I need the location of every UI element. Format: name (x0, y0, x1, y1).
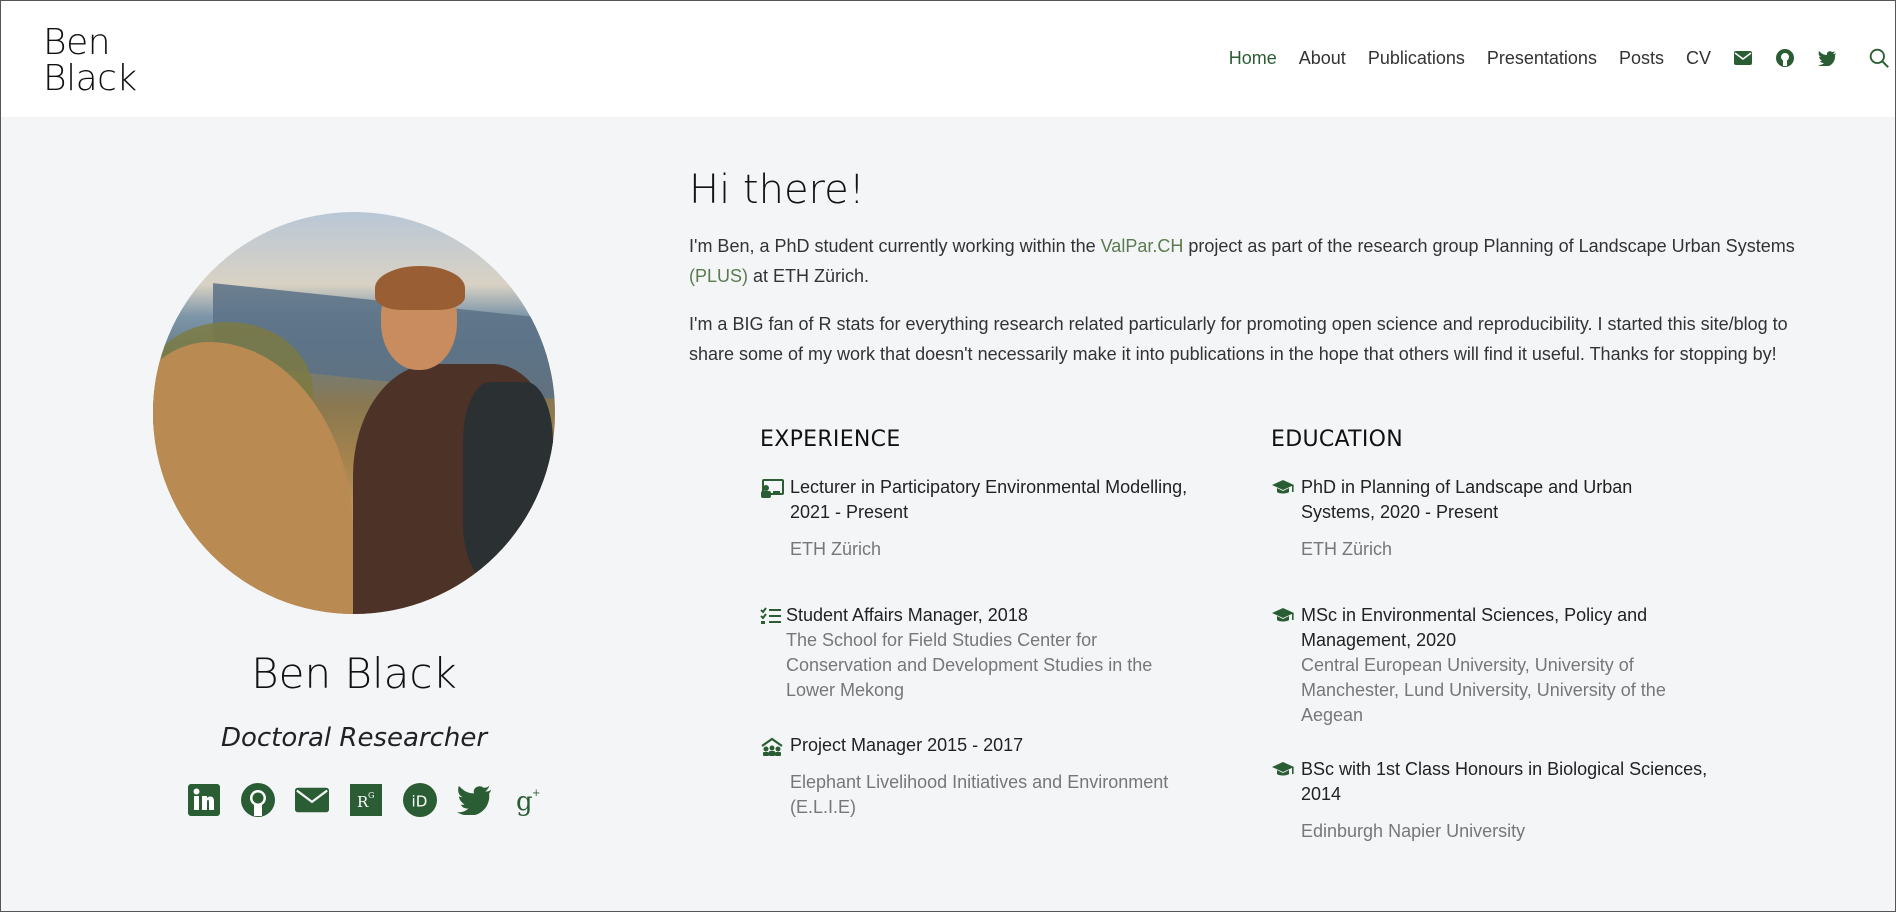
chalkboard-teacher-icon (760, 475, 790, 562)
nav-home[interactable]: Home (1229, 48, 1277, 69)
education-item: MSc in Environmental Sciences, Policy an… (1271, 603, 1701, 728)
profile-photo (153, 212, 555, 614)
education-section: EDUCATION PhD in Planning of Landscape a… (1271, 427, 1741, 841)
tasks-icon (760, 603, 786, 703)
main-nav: Home About Publications Presentations Po… (1229, 45, 1895, 71)
svg-text:g: g (516, 787, 533, 816)
nav-publications[interactable]: Publications (1368, 48, 1465, 69)
site-logo[interactable]: Ben Black (43, 25, 151, 97)
experience-title: Lecturer in Participatory Environmental … (790, 477, 1188, 522)
intro-paragraph-2: I'm a BIG fan of R stats for everything … (689, 314, 1788, 364)
experience-section: EXPERIENCE Lecturer in Participatory Env… (760, 427, 1230, 817)
nav-cv[interactable]: CV (1686, 48, 1711, 69)
education-org: Edinburgh Napier University (1301, 821, 1526, 841)
link-valpar[interactable]: ValPar.CH (1101, 236, 1184, 256)
logo-line-1: Ben (43, 25, 137, 61)
google-scholar-icon[interactable]: g + (511, 783, 545, 817)
link-plus[interactable]: (PLUS) (689, 266, 748, 286)
education-item: PhD in Planning of Landscape and Urban S… (1271, 475, 1701, 562)
nav-about[interactable]: About (1299, 48, 1346, 69)
photo-backpack (463, 382, 553, 582)
experience-title: Student Affairs Manager, 2018 (786, 605, 1028, 625)
project-diagram-icon (760, 733, 790, 820)
photo-person (353, 266, 553, 614)
svg-text:iD: iD (412, 793, 428, 811)
experience-heading: EXPERIENCE (760, 427, 901, 452)
envelope-icon[interactable] (295, 783, 329, 817)
education-heading: EDUCATION (1271, 427, 1404, 452)
intro-text-c: at ETH Zürich. (748, 266, 870, 286)
photo-hair (375, 266, 465, 310)
intro-text-a: I'm Ben, a PhD student currently working… (689, 236, 1101, 256)
education-org: ETH Zürich (1301, 539, 1393, 559)
experience-item: Student Affairs Manager, 2018 The School… (760, 603, 1186, 703)
github-icon[interactable] (1775, 48, 1795, 68)
experience-org: Elephant Livelihood Initiatives and Envi… (790, 772, 1169, 817)
nav-presentations[interactable]: Presentations (1487, 48, 1597, 69)
profile-role: Doctoral Researcher (220, 723, 488, 753)
search-icon[interactable] (1869, 48, 1889, 68)
graduation-cap-icon (1271, 757, 1301, 844)
experience-org: The School for Field Studies Center for … (786, 630, 1153, 700)
svg-text:G: G (368, 791, 374, 800)
social-links: RG iD g + (187, 783, 565, 817)
twitter-icon[interactable] (1817, 48, 1837, 68)
experience-item: Lecturer in Participatory Environmental … (760, 475, 1220, 562)
graduation-cap-icon (1271, 603, 1301, 728)
profile-name: Ben Black (251, 649, 457, 698)
experience-title: Project Manager 2015 - 2017 (790, 735, 1024, 755)
github-icon[interactable] (241, 783, 275, 817)
intro-heading: Hi there! (689, 167, 865, 213)
education-title: BSc with 1st Class Honours in Biological… (1301, 759, 1708, 804)
orcid-icon[interactable]: iD (403, 783, 437, 817)
nav-posts[interactable]: Posts (1619, 48, 1664, 69)
svg-text:+: + (532, 788, 540, 799)
logo-line-2: Black (43, 61, 137, 97)
intro-text-b: project as part of the research group Pl… (1183, 236, 1795, 256)
logo-text-ben: Ben (43, 22, 111, 63)
photo-dune (153, 342, 353, 614)
intro-section: Hi there! I'm Ben, a PhD student current… (689, 167, 1799, 387)
site-header: Ben Black Home About Publications Presen… (1, 1, 1895, 117)
education-org: Central European University, University … (1301, 655, 1666, 725)
researchgate-icon[interactable]: RG (349, 783, 383, 817)
twitter-icon[interactable] (457, 783, 491, 817)
education-title: PhD in Planning of Landscape and Urban S… (1301, 477, 1633, 522)
education-title: MSc in Environmental Sciences, Policy an… (1301, 605, 1648, 650)
graduation-cap-icon (1271, 475, 1301, 562)
experience-item: Project Manager 2015 - 2017 Elephant Liv… (760, 733, 1220, 820)
logo-text-black: Black (43, 58, 137, 99)
education-item: BSc with 1st Class Honours in Biological… (1271, 757, 1731, 844)
main-content: Ben Black Doctoral Researcher RG iD g + H… (1, 117, 1895, 911)
experience-org: ETH Zürich (790, 539, 882, 559)
linkedin-icon[interactable] (187, 783, 221, 817)
intro-paragraph-1: I'm Ben, a PhD student currently working… (689, 231, 1799, 291)
envelope-icon[interactable] (1733, 48, 1753, 68)
